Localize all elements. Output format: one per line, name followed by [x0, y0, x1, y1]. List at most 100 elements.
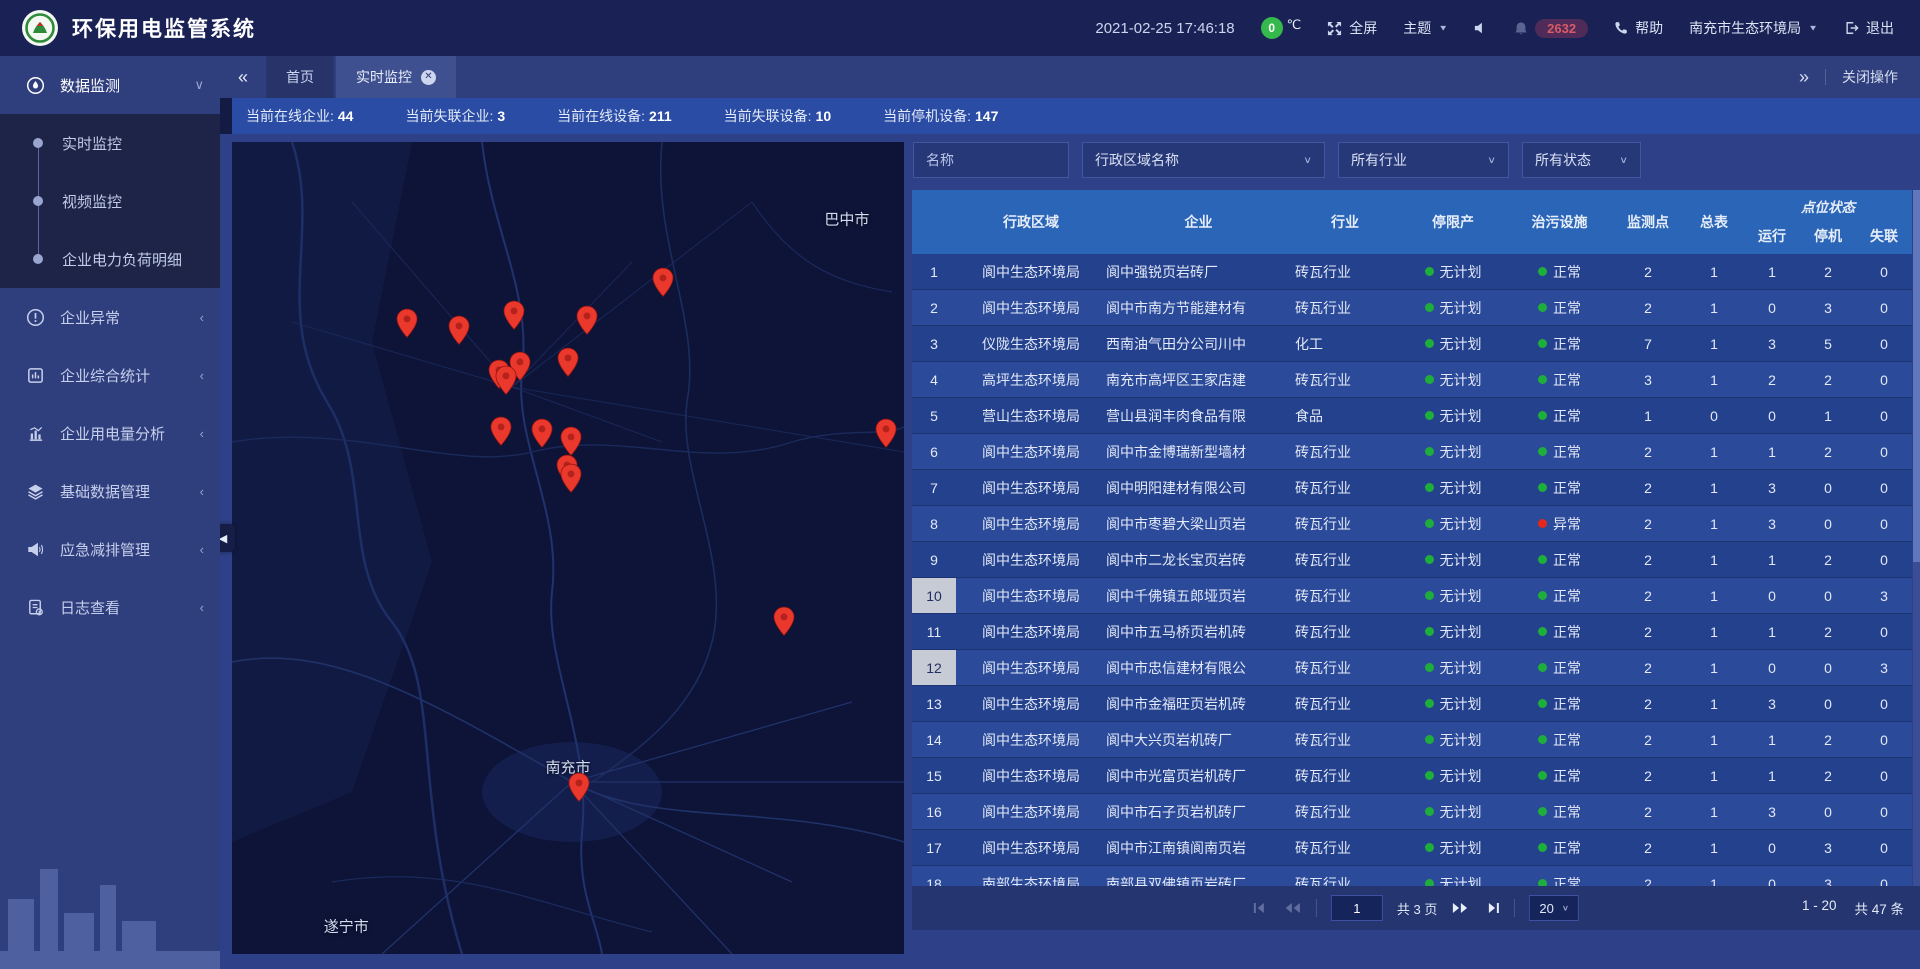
table-row[interactable]: 12阆中生态环境局阆中市忠信建材有限公砖瓦行业无计划正常21003	[912, 650, 1912, 686]
industry-filter-select[interactable]: 所有行业 ∨	[1338, 142, 1509, 178]
help-button[interactable]: 帮助	[1614, 18, 1663, 38]
table-row[interactable]: 3仪陇生态环境局西南油气田分公司川中化工无计划正常71350	[912, 326, 1912, 362]
table-row[interactable]: 7阆中生态环境局阆中明阳建材有限公司砖瓦行业无计划正常21300	[912, 470, 1912, 506]
map-pin-icon[interactable]	[494, 365, 517, 396]
scrollbar-thumb[interactable]	[1913, 190, 1920, 562]
cell-production-limit: 无计划	[1399, 866, 1507, 886]
tab-1[interactable]: 实时监控✕	[336, 56, 456, 98]
status-filter-select[interactable]: 所有状态 ∨	[1522, 142, 1641, 178]
theme-dropdown[interactable]: 主题 ▼	[1403, 18, 1448, 38]
notifications[interactable]: 2632	[1514, 19, 1588, 38]
sidebar-item-3[interactable]: 企业用电量分析‹	[0, 404, 220, 462]
table-row[interactable]: 9阆中生态环境局阆中市二龙长宝页岩砖砖瓦行业无计划正常21120	[912, 542, 1912, 578]
fullscreen-button[interactable]: 全屏	[1327, 18, 1377, 38]
cell-company: 阆中市江南镇阆南页岩	[1106, 830, 1291, 865]
table-row[interactable]: 10阆中生态环境局阆中千佛镇五郎垭页岩砖瓦行业无计划正常21003	[912, 578, 1912, 614]
cell-lost-count: 0	[1856, 542, 1912, 577]
table-row[interactable]: 4高坪生态环境局南充市高坪区王家店建砖瓦行业无计划正常31220	[912, 362, 1912, 398]
cell-stopped-count: 0	[1800, 650, 1856, 685]
cell-index: 13	[912, 686, 956, 721]
map-pin-icon[interactable]	[576, 305, 599, 336]
fullscreen-label: 全屏	[1349, 18, 1377, 38]
cell-lost-count: 0	[1856, 398, 1912, 433]
cell-industry: 砖瓦行业	[1291, 866, 1399, 886]
logout-button[interactable]: 退出	[1844, 18, 1894, 38]
first-page-button[interactable]	[1253, 902, 1270, 914]
status-dot-icon	[1538, 699, 1547, 708]
cell-production-limit: 无计划	[1399, 254, 1507, 289]
status-dot-icon	[1538, 267, 1547, 276]
sidebar-item-4[interactable]: 基础数据管理‹	[0, 462, 220, 520]
sidebar-item-2[interactable]: 企业综合统计‹	[0, 346, 220, 404]
last-page-button[interactable]	[1483, 902, 1500, 914]
sidebar-subitem-0-1[interactable]: 视频监控	[0, 172, 220, 230]
mute-speaker-button[interactable]	[1474, 21, 1488, 35]
table-row[interactable]: 8阆中生态环境局阆中市枣碧大梁山页岩砖瓦行业无计划异常21300	[912, 506, 1912, 542]
table-row[interactable]: 11阆中生态环境局阆中市五马桥页岩机砖砖瓦行业无计划正常21120	[912, 614, 1912, 650]
map-pin-icon[interactable]	[567, 772, 590, 803]
table-row[interactable]: 1阆中生态环境局阆中强锐页岩砖厂砖瓦行业无计划正常21120	[912, 254, 1912, 290]
sidebar-item-6[interactable]: 日志查看‹	[0, 578, 220, 636]
prev-page-button[interactable]	[1284, 902, 1302, 914]
cell-total-meters: 1	[1684, 758, 1744, 793]
status-dot-icon	[1425, 555, 1434, 564]
table-row[interactable]: 18南部生态环境局南部县双佛镇页岩砖厂砖瓦行业无计划正常21030	[912, 866, 1912, 886]
next-page-button[interactable]	[1451, 902, 1469, 914]
sidebar-item-1[interactable]: 企业异常‹	[0, 288, 220, 346]
page-number-input[interactable]	[1331, 895, 1383, 921]
table-row[interactable]: 16阆中生态环境局阆中市石子页岩机砖厂砖瓦行业无计划正常21300	[912, 794, 1912, 830]
region-filter-value: 行政区域名称	[1095, 150, 1179, 170]
name-filter-input[interactable]	[913, 142, 1069, 178]
stat-label: 当前在线设备:	[557, 108, 645, 124]
cell-index: 17	[912, 830, 956, 865]
close-operations-button[interactable]: 关闭操作	[1842, 67, 1898, 87]
close-icon[interactable]: ✕	[421, 70, 436, 85]
map-pin-icon[interactable]	[448, 315, 471, 346]
table-row[interactable]: 14阆中生态环境局阆中大兴页岩机砖厂砖瓦行业无计划正常21120	[912, 722, 1912, 758]
tabs-scroll-right-button[interactable]: »	[1799, 67, 1809, 88]
cell-company: 阆中强锐页岩砖厂	[1106, 254, 1291, 289]
cell-lost-count: 0	[1856, 506, 1912, 541]
table-row[interactable]: 15阆中生态环境局阆中市光富页岩机砖厂砖瓦行业无计划正常21120	[912, 758, 1912, 794]
sidebar-subitem-0-2[interactable]: 企业电力负荷明细	[0, 230, 220, 288]
tab-0[interactable]: 首页	[266, 56, 334, 98]
cell-company: 阆中市忠信建材有限公	[1106, 650, 1291, 685]
map-pin-icon[interactable]	[531, 418, 554, 449]
status-dot-icon	[1538, 879, 1547, 886]
sidebar-subitem-0-0[interactable]: 实时监控	[0, 114, 220, 172]
map-pin-icon[interactable]	[772, 606, 795, 637]
page-size-select[interactable]: 20 ∨	[1529, 895, 1579, 921]
region-filter-select[interactable]: 行政区域名称 ∨	[1082, 142, 1325, 178]
map-pin-icon[interactable]	[651, 267, 674, 298]
sidebar-item-5[interactable]: 应急减排管理‹	[0, 520, 220, 578]
cell-pollution-facility: 正常	[1507, 650, 1612, 685]
sidebar-item-0[interactable]: 数据监测∨	[0, 56, 220, 114]
table-row[interactable]: 2阆中生态环境局阆中市南方节能建材有砖瓦行业无计划正常21030	[912, 290, 1912, 326]
map-pin-icon[interactable]	[557, 347, 580, 378]
skyline-watermark	[0, 829, 220, 969]
map-pin-icon[interactable]	[490, 416, 513, 447]
table-row[interactable]: 13阆中生态环境局阆中市金福旺页岩机砖砖瓦行业无计划正常21300	[912, 686, 1912, 722]
table-row[interactable]: 5营山生态环境局营山县润丰肉食品有限食品无计划正常10010	[912, 398, 1912, 434]
org-dropdown[interactable]: 南充市生态环境局 ▼	[1689, 18, 1818, 38]
temperature-value-badge: 0	[1261, 17, 1283, 39]
map-pin-icon[interactable]	[560, 426, 583, 457]
map-pin-icon[interactable]	[559, 463, 582, 494]
stat-label: 当前停机设备:	[883, 108, 971, 124]
table-scrollbar[interactable]	[1913, 190, 1920, 886]
status-dot-icon	[1538, 519, 1547, 528]
map-pin-icon[interactable]	[396, 308, 419, 339]
map[interactable]: 巴中市南充市遂宁市	[232, 142, 904, 954]
status-dot-icon	[1425, 447, 1434, 456]
table-row[interactable]: 17阆中生态环境局阆中市江南镇阆南页岩砖瓦行业无计划正常21030	[912, 830, 1912, 866]
map-pin-icon[interactable]	[503, 300, 526, 331]
table-row[interactable]: 6阆中生态环境局阆中市金博瑞新型墙材砖瓦行业无计划正常21120	[912, 434, 1912, 470]
cell-running-count: 3	[1744, 686, 1800, 721]
status-dot-icon	[1425, 267, 1434, 276]
page-size-value: 20	[1539, 901, 1553, 916]
tabs-scroll-left-button[interactable]: «	[220, 56, 266, 98]
status-dot-icon	[1425, 771, 1434, 780]
map-pin-icon[interactable]	[874, 418, 897, 449]
status-filter-value: 所有状态	[1535, 150, 1591, 170]
cell-stopped-count: 3	[1800, 290, 1856, 325]
